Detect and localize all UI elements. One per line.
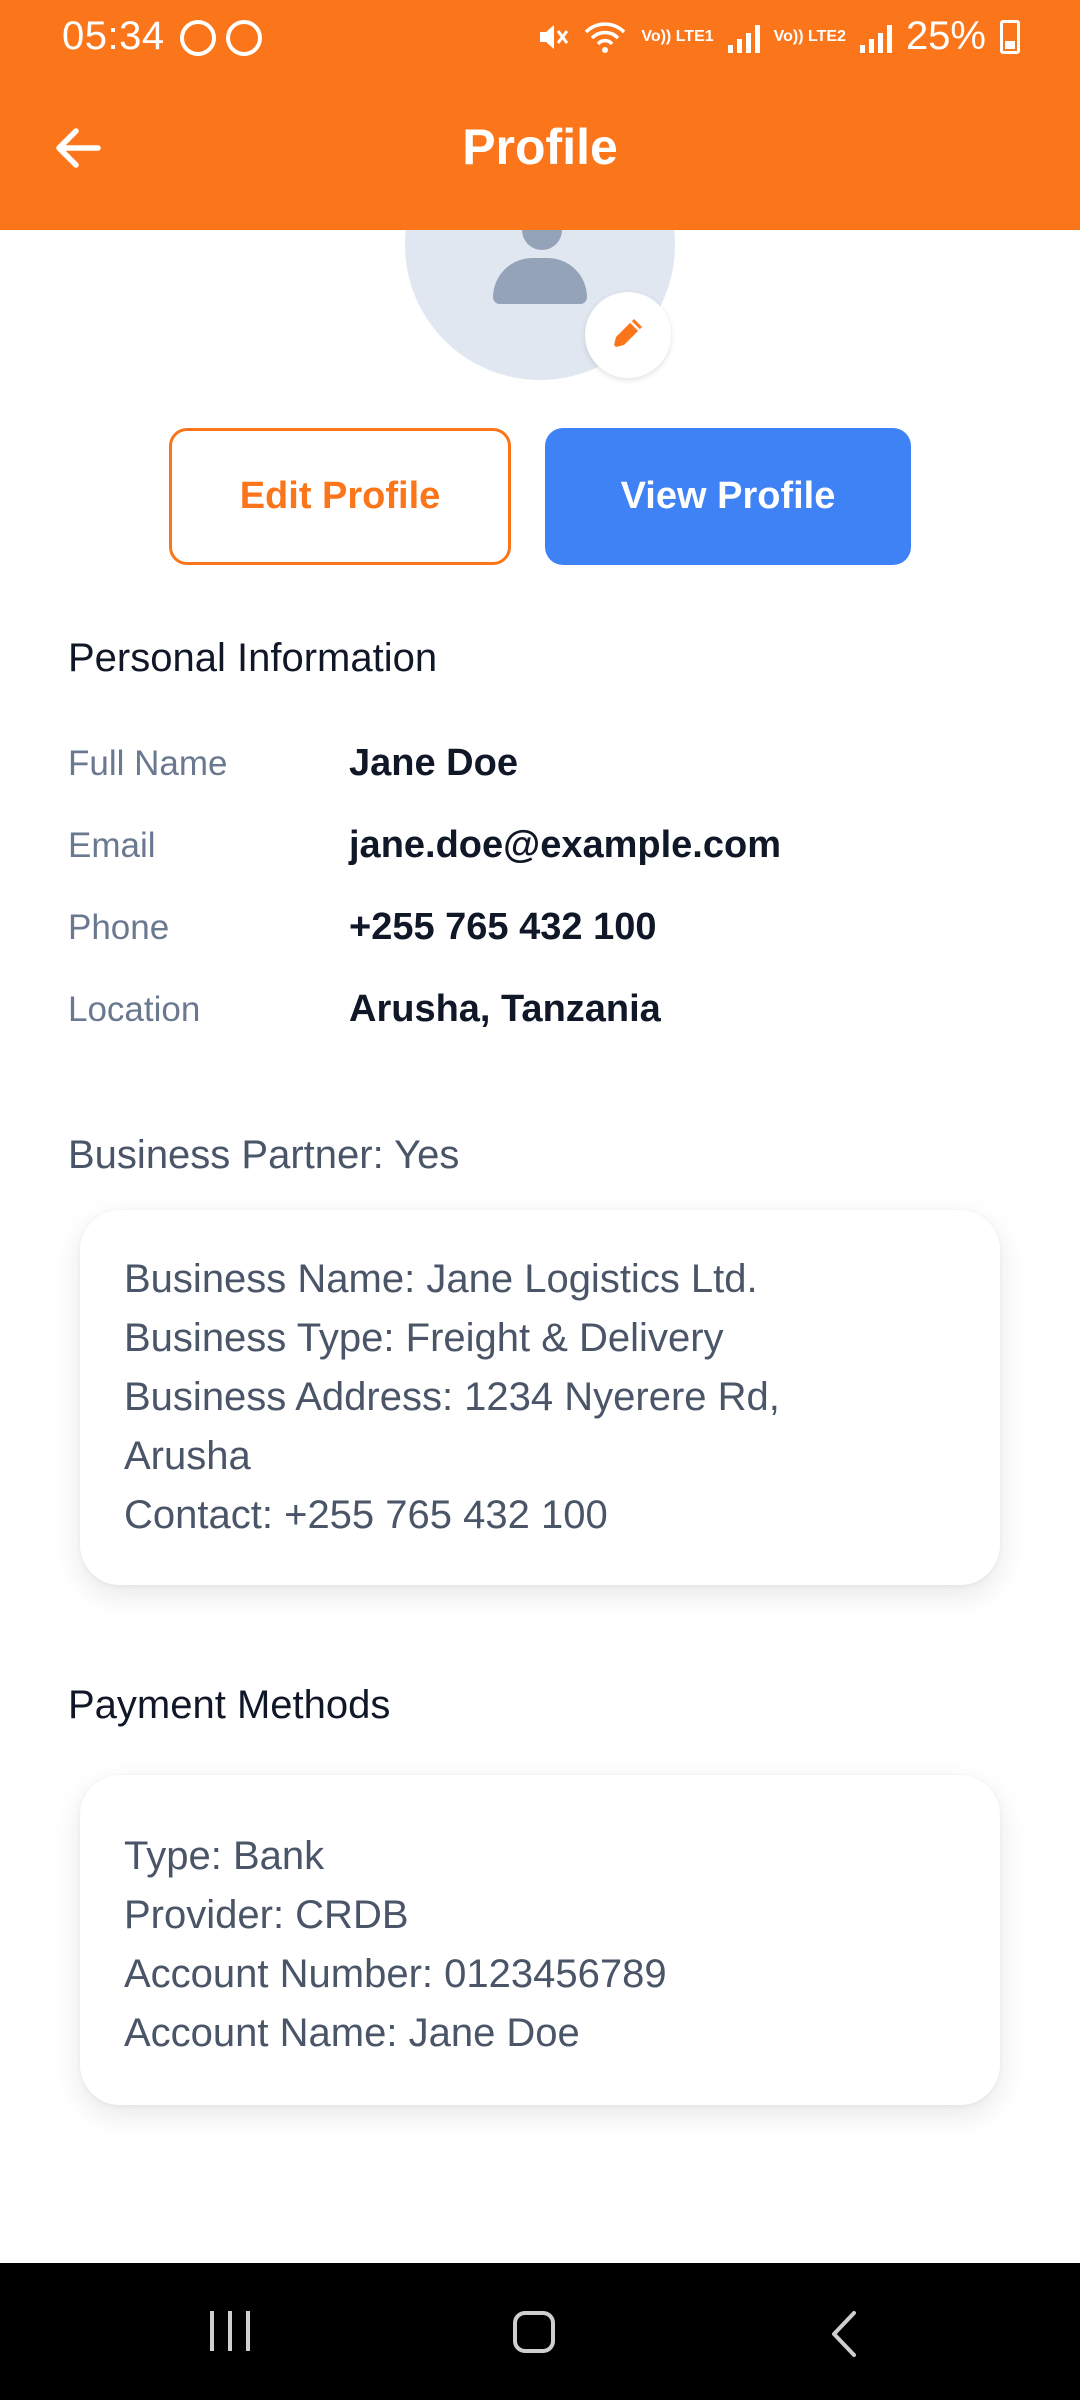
info-row-email: Email jane.doe@example.com xyxy=(68,824,1028,886)
pencil-icon xyxy=(614,319,642,347)
battery-icon xyxy=(1000,19,1020,54)
info-row-location: Location Arusha, Tanzania xyxy=(68,988,1028,1050)
mute-icon xyxy=(540,24,569,49)
status-left-icons xyxy=(180,20,262,56)
personal-information-heading: Personal Information xyxy=(68,636,438,680)
wifi-icon xyxy=(585,21,626,53)
business-address-city: Arusha xyxy=(124,1434,251,1478)
signal-icon xyxy=(727,21,760,53)
business-name: Business Name: Jane Logistics Ltd. xyxy=(124,1257,758,1301)
payment-methods-heading: Payment Methods xyxy=(68,1683,391,1727)
app-notification-icon xyxy=(226,20,262,56)
payment-provider: Provider: CRDB xyxy=(124,1893,409,1937)
recents-icon[interactable] xyxy=(210,2311,250,2351)
status-right-icons: Vo)) LTE1 Vo)) LTE2 25% xyxy=(535,14,1020,59)
business-type: Business Type: Freight & Delivery xyxy=(124,1316,724,1360)
info-row-full-name: Full Name Jane Doe xyxy=(68,742,1028,804)
business-contact: Contact: +255 765 432 100 xyxy=(124,1493,608,1537)
home-icon[interactable] xyxy=(513,2311,555,2353)
info-label: Email xyxy=(68,826,156,865)
payment-type: Type: Bank xyxy=(124,1834,325,1878)
page-title: Profile xyxy=(462,119,618,175)
battery-percent: 25% xyxy=(905,14,986,58)
account-number: Account Number: 0123456789 xyxy=(124,1952,667,1996)
info-row-phone: Phone +255 765 432 100 xyxy=(68,906,1028,968)
signal-icon xyxy=(859,21,892,53)
business-address: Business Address: 1234 Nyerere Rd, xyxy=(124,1375,780,1419)
info-label: Phone xyxy=(68,908,170,947)
edit-avatar-button[interactable] xyxy=(585,292,671,378)
account-name: Account Name: Jane Doe xyxy=(124,2011,580,2055)
sim2-label: Vo)) LTE2 xyxy=(773,27,846,45)
sim1-label: Vo)) LTE1 xyxy=(641,27,714,45)
status-time: 05:34 xyxy=(62,14,165,58)
status-bar: 05:34 Vo)) LTE1 Vo)) LTE2 25% xyxy=(0,0,1080,78)
business-details-card: Business Name: Jane Logistics Ltd. Busin… xyxy=(80,1210,1000,1585)
info-value: jane.doe@example.com xyxy=(349,824,781,866)
business-partner-status: Business Partner: Yes xyxy=(68,1133,460,1177)
view-profile-button[interactable]: View Profile xyxy=(545,428,911,565)
system-navigation-bar xyxy=(0,2263,1080,2400)
edit-profile-button[interactable]: Edit Profile xyxy=(169,428,511,565)
info-label: Full Name xyxy=(68,744,228,783)
info-label: Location xyxy=(68,990,201,1029)
back-icon[interactable] xyxy=(822,2309,872,2359)
screenshot-icon xyxy=(180,20,216,56)
payment-method-card[interactable]: Type: Bank Provider: CRDB Account Number… xyxy=(80,1775,1000,2105)
info-value: Arusha, Tanzania xyxy=(349,988,661,1030)
user-silhouette-body xyxy=(493,258,587,304)
info-value: Jane Doe xyxy=(349,742,518,784)
info-value: +255 765 432 100 xyxy=(349,906,657,948)
